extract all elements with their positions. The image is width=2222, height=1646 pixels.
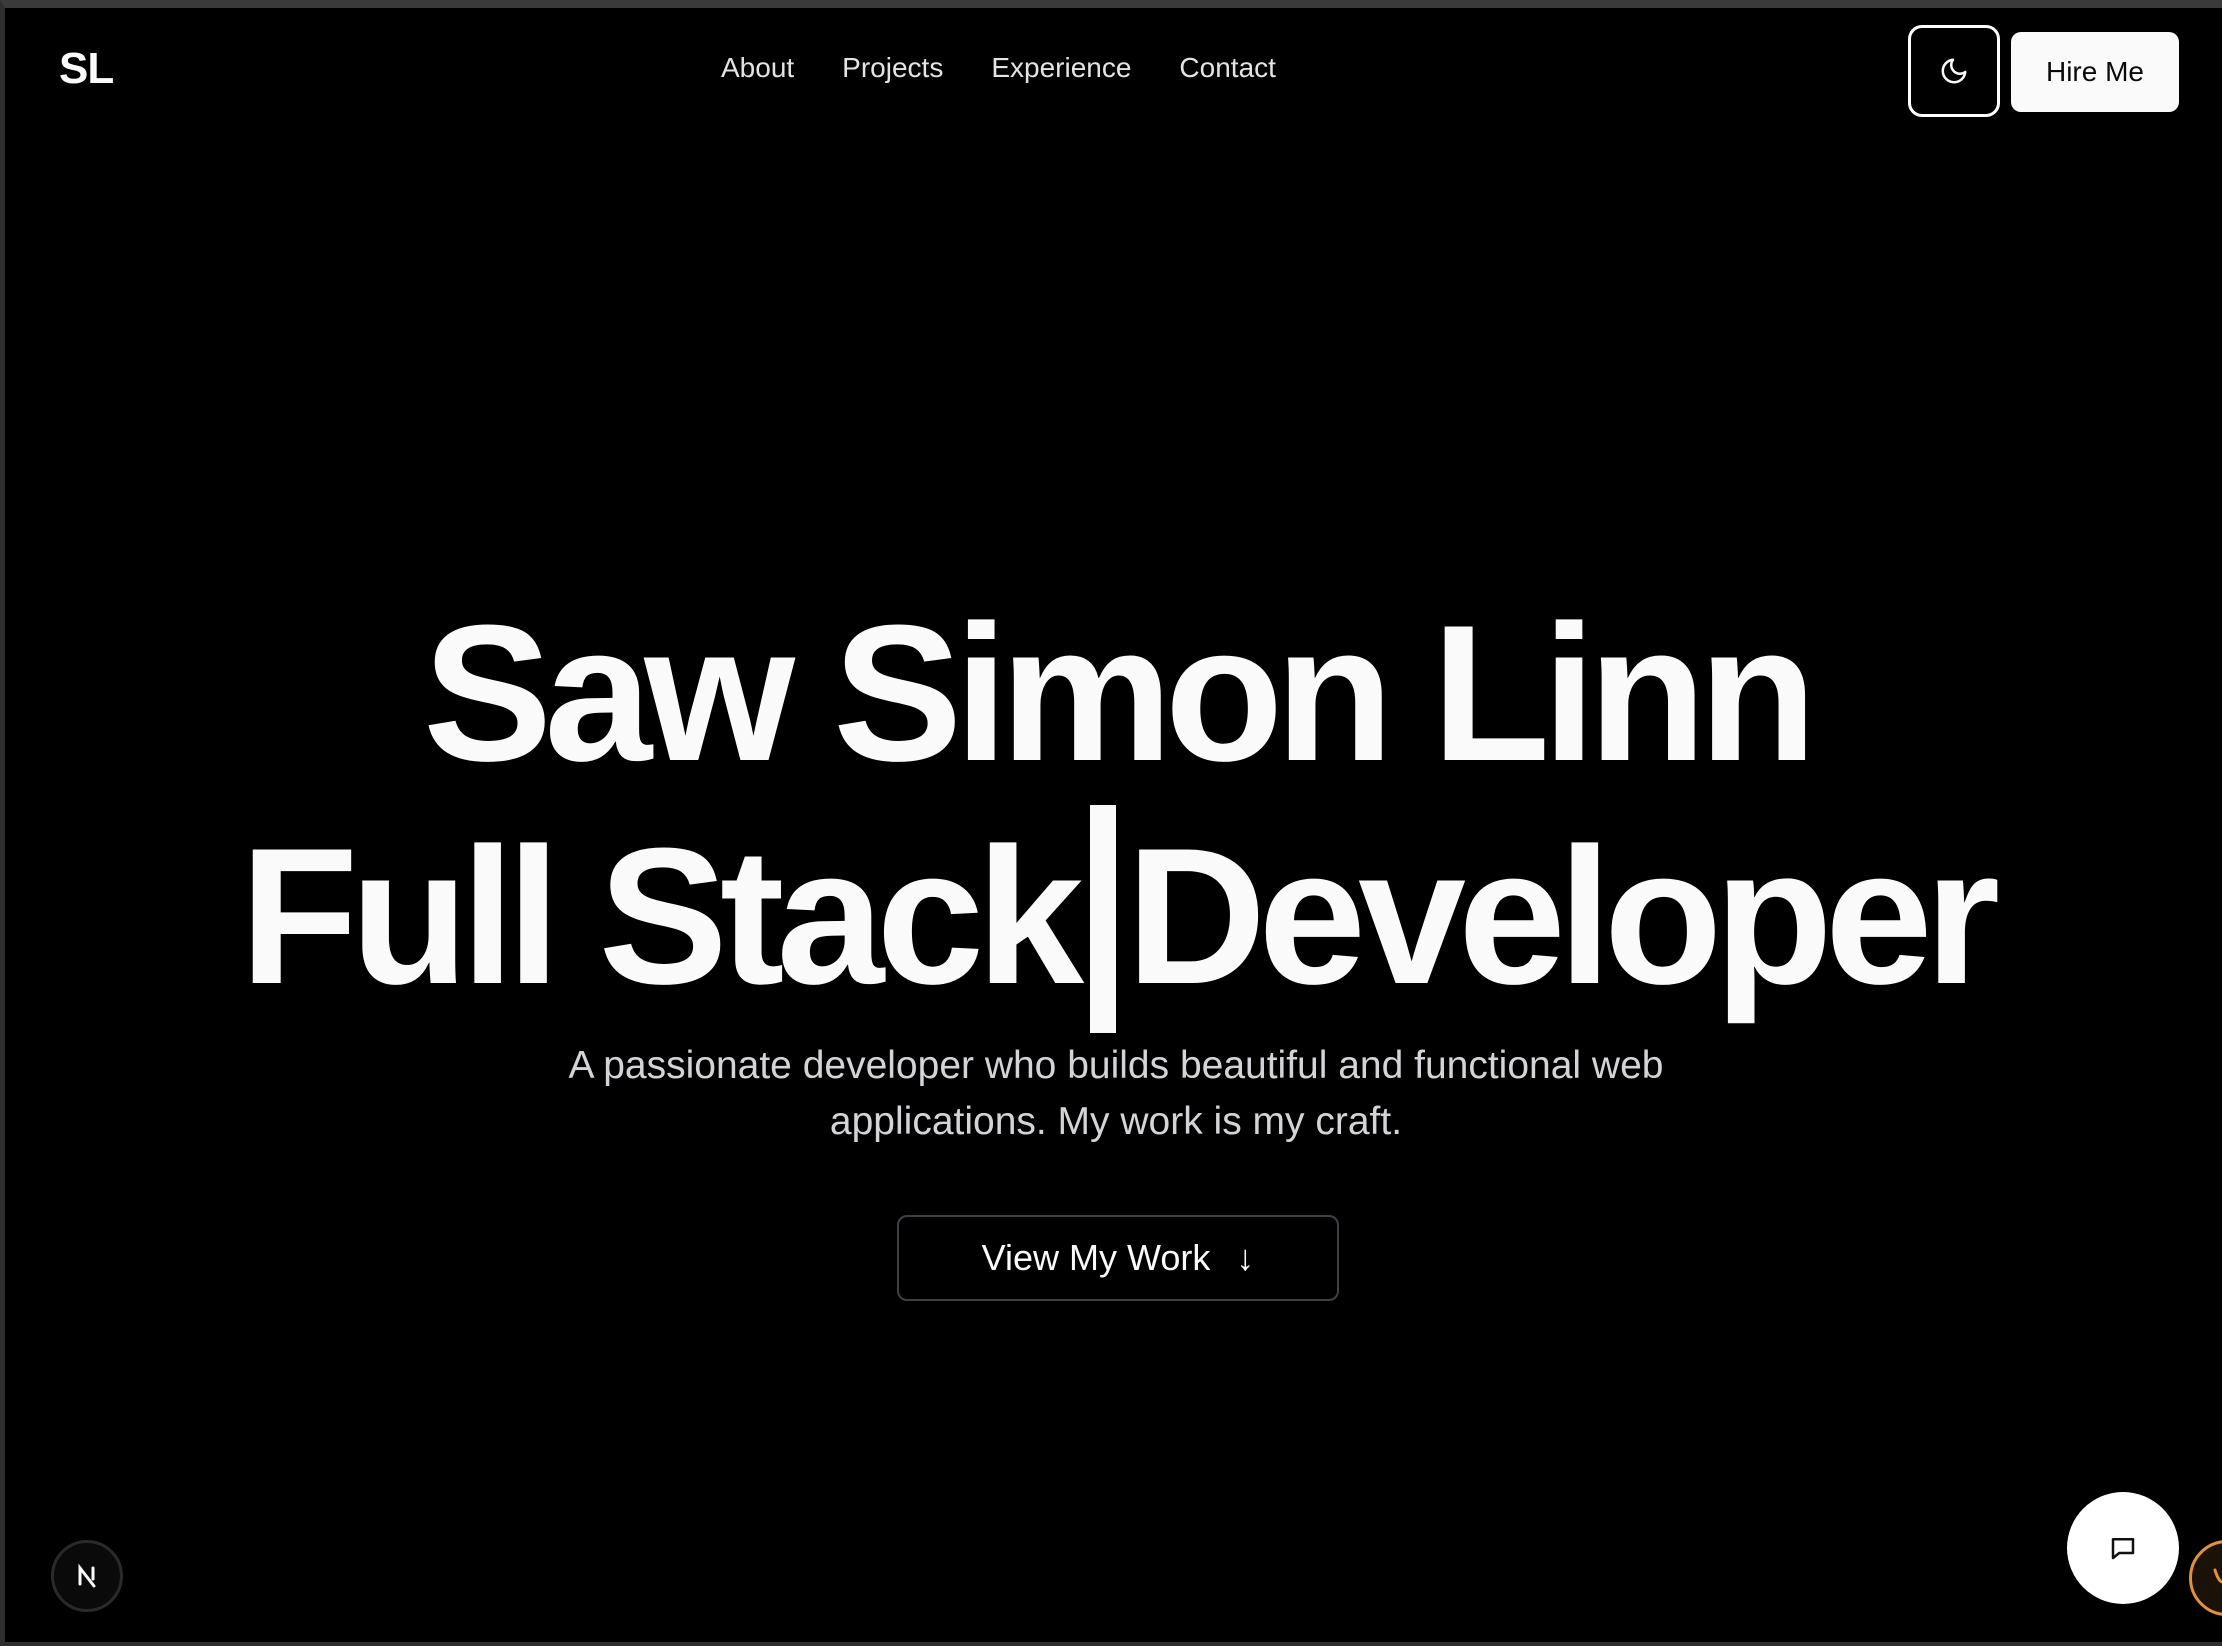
extension-badge[interactable] — [2189, 1540, 2222, 1616]
chat-button[interactable] — [2067, 1492, 2179, 1604]
view-my-work-button[interactable]: View My Work ↓ — [897, 1215, 1339, 1301]
hero-subtitle: A passionate developer who builds beauti… — [568, 1044, 1664, 1143]
nav-link-contact[interactable]: Contact — [1179, 52, 1276, 84]
arrow-down-icon: ↓ — [1236, 1237, 1255, 1278]
chat-bubble-icon — [2111, 1538, 2135, 1560]
nav-link-about[interactable]: About — [721, 52, 794, 84]
hero-title: Saw Simon Linn Full Stack Developer — [5, 583, 2222, 1033]
hero-role-line: Full Stack Developer — [5, 805, 2222, 1033]
moon-icon — [1941, 58, 1967, 84]
hero-name: Saw Simon Linn — [422, 585, 1817, 802]
hire-me-button[interactable]: Hire Me — [2011, 32, 2179, 112]
nav-link-experience[interactable]: Experience — [991, 52, 1131, 84]
typing-cursor — [1090, 805, 1117, 1033]
nav-link-projects[interactable]: Projects — [842, 52, 943, 84]
cta-label: View My Work — [981, 1237, 1211, 1278]
nextjs-logo-icon — [78, 1563, 96, 1588]
main-nav: About Projects Experience Contact — [721, 52, 1276, 84]
hero-role-typed: Full Stack — [239, 808, 1084, 1025]
theme-toggle-button[interactable] — [1908, 25, 2000, 117]
site-logo[interactable]: SL — [59, 44, 114, 94]
browser-viewport: SL About Projects Experience Contact Hir… — [0, 0, 2222, 1646]
hero-role-rest: Developer — [1126, 808, 2000, 1025]
extension-icon — [2213, 1568, 2222, 1584]
nextjs-dev-badge[interactable] — [51, 1540, 123, 1612]
